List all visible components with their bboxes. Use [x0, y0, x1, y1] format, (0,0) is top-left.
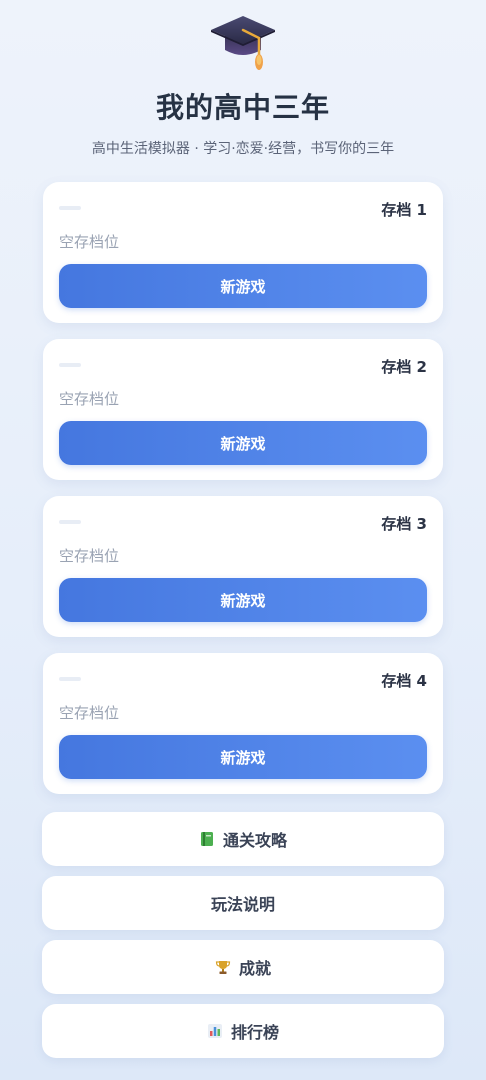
- slot-name: 存档 2: [381, 358, 427, 376]
- save-slot-2: 存档 2 空存档位 新游戏: [43, 339, 443, 480]
- slot-placeholder-bar: [59, 520, 81, 524]
- graduation-cap-icon: [207, 10, 279, 72]
- leaderboard-button-label: 排行榜: [230, 1023, 279, 1042]
- save-slot-4: 存档 4 空存档位 新游戏: [43, 653, 443, 794]
- main-menu: 通关攻略 玩法说明 成就 排行榜: [42, 812, 444, 1068]
- slot-placeholder-bar: [59, 206, 81, 210]
- how-to-play-button[interactable]: 玩法说明: [42, 876, 444, 930]
- guide-button-label: 通关攻略: [222, 831, 287, 850]
- slot-status: 空存档位: [59, 390, 120, 408]
- start-screen: 我的高中三年 高中生活模拟器 · 学习·恋爱·经营，书写你的三年 存档 1 空存…: [0, 0, 486, 1080]
- new-game-button-2[interactable]: 新游戏: [59, 421, 427, 465]
- slot-status: 空存档位: [59, 704, 120, 722]
- slot-name: 存档 4: [381, 672, 427, 690]
- how-to-play-button-label: 玩法说明: [210, 895, 275, 914]
- slot-name: 存档 3: [381, 515, 427, 533]
- save-slot-list: 存档 1 空存档位 新游戏 存档 2 空存档位 新游戏 存档 3 空存档位 新游…: [43, 182, 443, 810]
- guide-button[interactable]: 通关攻略: [42, 812, 444, 866]
- slot-placeholder-bar: [59, 677, 81, 681]
- bar-chart-icon: [207, 1024, 222, 1038]
- save-slot-1: 存档 1 空存档位 新游戏: [43, 182, 443, 323]
- achievements-button[interactable]: 成就: [42, 940, 444, 994]
- page-subtitle: 高中生活模拟器 · 学习·恋爱·经营，书写你的三年: [91, 141, 395, 157]
- green-book-icon: [200, 832, 213, 846]
- slot-status: 空存档位: [59, 547, 120, 565]
- new-game-button-1[interactable]: 新游戏: [59, 264, 427, 308]
- slot-placeholder-bar: [59, 363, 81, 367]
- save-slot-3: 存档 3 空存档位 新游戏: [43, 496, 443, 637]
- slot-name: 存档 1: [381, 201, 427, 219]
- new-game-button-4[interactable]: 新游戏: [59, 735, 427, 779]
- trophy-icon: [215, 961, 231, 974]
- page-title: 我的高中三年: [155, 91, 330, 124]
- achievements-button-label: 成就: [238, 959, 271, 978]
- new-game-button-3[interactable]: 新游戏: [59, 578, 427, 622]
- slot-status: 空存档位: [59, 233, 120, 251]
- leaderboard-button[interactable]: 排行榜: [42, 1004, 444, 1058]
